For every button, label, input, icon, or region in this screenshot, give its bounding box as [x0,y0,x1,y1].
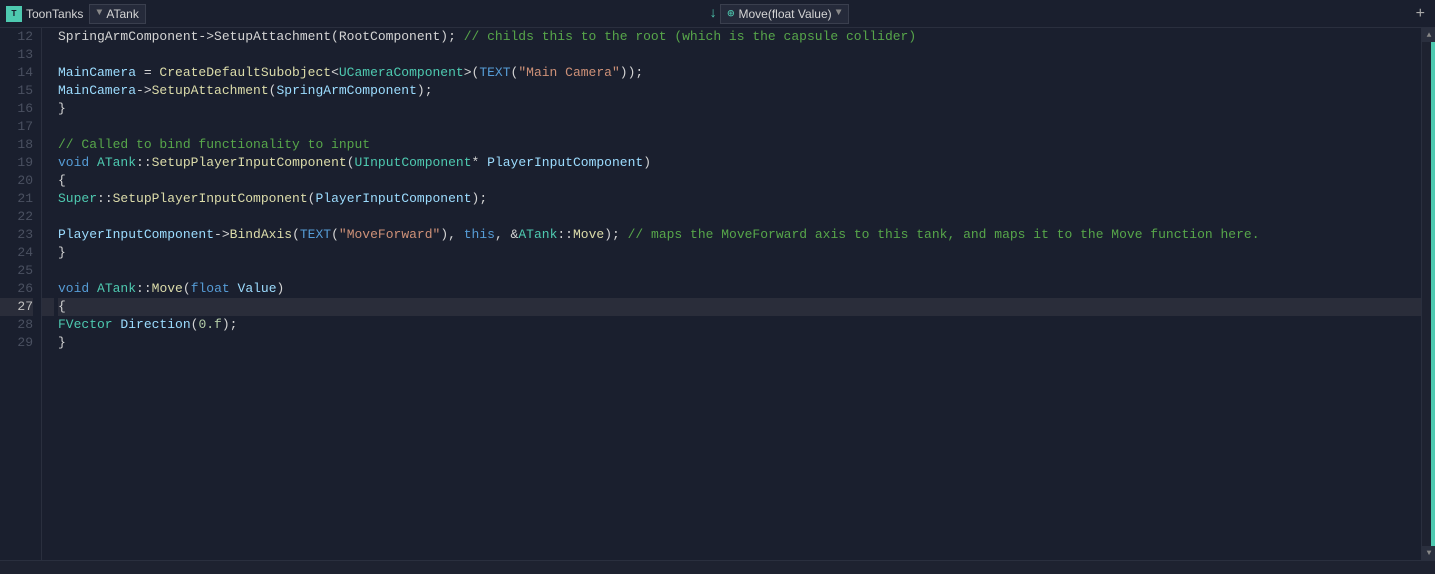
code-line [58,208,1421,226]
file-dropdown-label: ATank [106,7,138,21]
code-line: void ATank::SetupPlayerInputComponent(UI… [58,154,1421,172]
func-arrow-icon: ↓ [709,6,717,22]
code-line: // Called to bind functionality to input [58,136,1421,154]
code-line: { [58,172,1421,190]
bottom-scrollbar[interactable] [0,560,1435,574]
scroll-thumb[interactable] [1431,42,1435,546]
left-gutter [42,28,54,560]
func-icon-sym: ⊕ [727,6,734,21]
func-icon-area: ↓ ⊕ Move(float Value) ▼ [152,4,1406,24]
scroll-down-btn[interactable]: ▼ [1422,546,1435,560]
code-line: Super::SetupPlayerInputComponent(PlayerI… [58,190,1421,208]
code-line [58,262,1421,280]
code-line [58,46,1421,64]
add-button[interactable]: + [1412,6,1429,22]
line-numbers: 121314151617181920212223242526272829 [0,28,42,560]
code-line: void ATank::Move(float Value) [58,280,1421,298]
scroll-track [1422,42,1435,546]
code-line: PlayerInputComponent->BindAxis(TEXT("Mov… [58,226,1421,244]
code-line: { [58,298,1421,316]
code-line: FVector Direction(0.f); [58,316,1421,334]
project-selector[interactable]: T ToonTanks [6,6,83,22]
code-line: SpringArmComponent->SetupAttachment(Root… [58,28,1421,46]
code-line: } [58,244,1421,262]
code-line: MainCamera->SetupAttachment(SpringArmCom… [58,82,1421,100]
title-bar: T ToonTanks ▼ ATank ↓ ⊕ Move(float Value… [0,0,1435,28]
func-dropdown-label: Move(float Value) [738,7,831,21]
file-dropdown[interactable]: ▼ ATank [89,4,145,24]
editor-body: 121314151617181920212223242526272829 Spr… [0,28,1435,560]
editor-window: T ToonTanks ▼ ATank ↓ ⊕ Move(float Value… [0,0,1435,574]
func-dropdown[interactable]: ⊕ Move(float Value) ▼ [720,4,848,24]
right-scrollbar[interactable]: ▲ ▼ [1421,28,1435,560]
code-line: MainCamera = CreateDefaultSubobject<UCam… [58,64,1421,82]
code-line: } [58,100,1421,118]
scroll-up-btn[interactable]: ▲ [1422,28,1435,42]
code-content[interactable]: SpringArmComponent->SetupAttachment(Root… [54,28,1421,560]
code-line: } [58,334,1421,352]
dropdown-arrow-file: ▼ [96,8,102,19]
dropdown-arrow-func: ▼ [836,8,842,19]
project-name: ToonTanks [26,7,83,21]
code-line [58,118,1421,136]
project-icon: T [6,6,22,22]
